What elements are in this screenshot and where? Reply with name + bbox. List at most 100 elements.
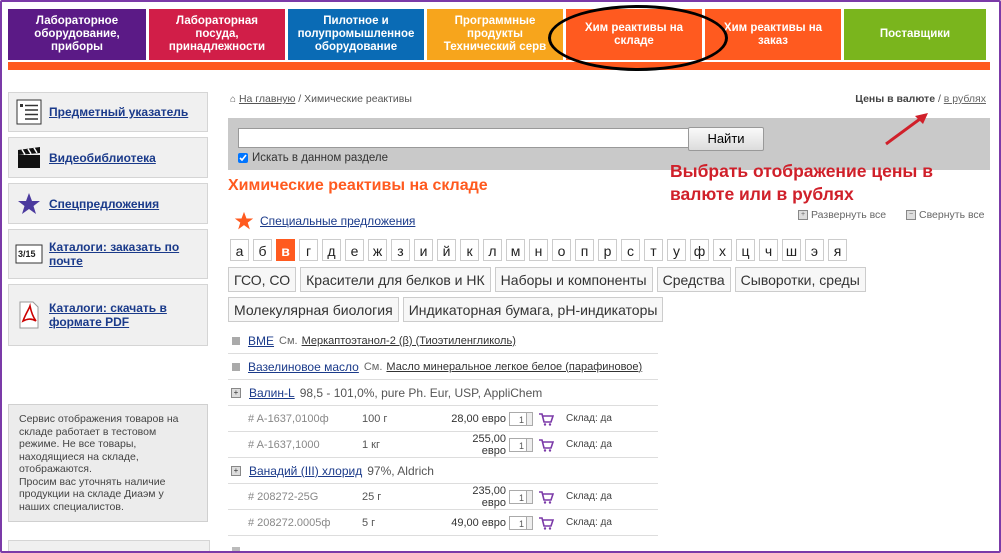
list-item: + Ванадий (III) хлорид 97%, Aldrich bbox=[228, 458, 658, 484]
search-in-section-option[interactable]: Искать в данном разделе bbox=[238, 152, 388, 164]
nav-tab-chem-order[interactable]: Хим реактивы на заказ bbox=[705, 9, 841, 60]
letter-filter-9[interactable]: й bbox=[437, 239, 456, 261]
letter-filter-15[interactable]: п bbox=[575, 239, 594, 261]
nav-tab-suppliers[interactable]: Поставщики bbox=[844, 9, 986, 60]
currency-current: Цены в валюте bbox=[855, 93, 936, 105]
nav-tab-labware[interactable]: Лабораторная посуда, принадлежности bbox=[149, 9, 285, 60]
letter-filter-23[interactable]: ч bbox=[759, 239, 778, 261]
sku-quantity: 100 г bbox=[362, 412, 388, 425]
category-button[interactable]: ГСО, СО bbox=[228, 267, 297, 292]
letter-filter-26[interactable]: я bbox=[828, 239, 847, 261]
annotation-arrow-icon bbox=[885, 113, 928, 146]
letter-filter-18[interactable]: т bbox=[644, 239, 663, 261]
svg-text:3/15: 3/15 bbox=[18, 249, 36, 259]
nav-tab-chem-stock[interactable]: Хим реактивы на складе bbox=[566, 9, 702, 60]
letter-filter-10[interactable]: к bbox=[460, 239, 479, 261]
category-button[interactable]: Красители для белков и НК bbox=[300, 267, 491, 292]
letter-filter-14[interactable]: о bbox=[552, 239, 571, 261]
breadcrumb: ⌂ На главную / Химические реактивы bbox=[230, 93, 412, 105]
see-also-link[interactable]: Масло минеральное легкое белое (парафино… bbox=[386, 361, 642, 373]
sku-quantity: 5 г bbox=[362, 516, 376, 529]
letter-filter-7[interactable]: з bbox=[391, 239, 410, 261]
letter-filter-25[interactable]: э bbox=[805, 239, 824, 261]
letter-filter-21[interactable]: х bbox=[713, 239, 732, 261]
stepper-arrows[interactable] bbox=[527, 515, 533, 530]
product-description: 97%, Aldrich bbox=[367, 463, 434, 478]
letter-filter-5[interactable]: е bbox=[345, 239, 364, 261]
product-link[interactable]: Ванадий (III) хлорид bbox=[249, 464, 362, 478]
nav-tab-pilot-equipment[interactable]: Пилотное и полупромышленное оборудование bbox=[288, 9, 424, 60]
see-also-link[interactable]: Меркаптоэтанол-2 (β) (Тиоэтиленгликоль) bbox=[302, 335, 516, 347]
category-button[interactable]: Молекулярная биология bbox=[228, 297, 399, 322]
add-to-cart-icon[interactable] bbox=[538, 516, 554, 530]
letter-filter-2[interactable]: в bbox=[276, 239, 295, 261]
currency-rub-link[interactable]: в рублях bbox=[944, 93, 986, 105]
search-input[interactable] bbox=[238, 128, 690, 148]
product-link[interactable]: Вазелиновое масло bbox=[248, 360, 359, 374]
sku-price: 28,00 евро bbox=[451, 412, 506, 425]
add-to-cart-icon[interactable] bbox=[538, 438, 554, 452]
sidebar-item-label: Каталоги: скачать в формате PDF bbox=[49, 301, 167, 329]
quantity-stepper[interactable]: 1 bbox=[509, 515, 527, 530]
letter-filter-20[interactable]: ф bbox=[690, 239, 709, 261]
alphabet-filter: абвгдежзийклмнопрстуфхцчшэя bbox=[230, 239, 847, 261]
expand-toggle-icon[interactable]: + bbox=[231, 387, 241, 398]
letter-filter-6[interactable]: ж bbox=[368, 239, 387, 261]
annotation-text: Выбрать отображение цены в валюте или в … bbox=[670, 161, 933, 204]
top-navigation: Лабораторное оборудование, приборы Лабор… bbox=[8, 9, 990, 60]
letter-filter-22[interactable]: ц bbox=[736, 239, 755, 261]
stepper-arrows[interactable] bbox=[527, 411, 533, 426]
stepper-arrows[interactable] bbox=[527, 437, 533, 452]
pdf-icon bbox=[15, 301, 43, 329]
list-index-icon bbox=[15, 98, 43, 126]
breadcrumb-home-link[interactable]: На главную bbox=[239, 93, 295, 105]
expand-toggle-icon[interactable]: + bbox=[231, 465, 241, 476]
letter-filter-13[interactable]: н bbox=[529, 239, 548, 261]
home-icon: ⌂ bbox=[230, 94, 237, 105]
category-row-2: Молекулярная биология Индикаторная бумага… bbox=[228, 297, 664, 322]
quantity-stepper[interactable]: 1 bbox=[509, 489, 527, 504]
nav-tab-software[interactable]: Программные продукты Технический серв bbox=[427, 9, 563, 60]
letter-filter-4[interactable]: д bbox=[322, 239, 341, 261]
letter-filter-19[interactable]: у bbox=[667, 239, 686, 261]
letter-filter-17[interactable]: с bbox=[621, 239, 640, 261]
category-button[interactable]: Сыворотки, среды bbox=[734, 267, 866, 292]
page-title: Химические реактивы на складе bbox=[228, 177, 488, 194]
letter-filter-11[interactable]: л bbox=[483, 239, 502, 261]
sidebar-item-label: Предметный указатель bbox=[49, 105, 189, 119]
category-button[interactable]: Наборы и компоненты bbox=[494, 267, 653, 292]
special-offers-link[interactable]: Специальные предложения bbox=[260, 214, 415, 228]
letter-filter-24[interactable]: ш bbox=[782, 239, 801, 261]
expand-all[interactable]: + Развернуть все bbox=[798, 209, 886, 221]
quantity-stepper[interactable]: 1 bbox=[509, 437, 527, 452]
sidebar-item-catalog-pdf[interactable]: Каталоги: скачать в формате PDF bbox=[8, 284, 208, 346]
category-button[interactable]: Средства bbox=[656, 267, 731, 292]
sidebar-item-label: Видеобиблиотека bbox=[49, 150, 156, 165]
product-link[interactable]: Валин-L bbox=[249, 386, 295, 400]
quantity-stepper[interactable]: 1 bbox=[509, 411, 527, 426]
add-to-cart-icon[interactable] bbox=[538, 490, 554, 504]
letter-filter-1[interactable]: б bbox=[253, 239, 272, 261]
letter-filter-8[interactable]: и bbox=[414, 239, 433, 261]
sidebar-item-video[interactable]: Видеобиблиотека bbox=[8, 137, 208, 178]
letter-filter-12[interactable]: м bbox=[506, 239, 525, 261]
letter-filter-3[interactable]: г bbox=[299, 239, 318, 261]
list-item: + Валин-L 98,5 - 101,0%, pure Ph. Eur, U… bbox=[228, 380, 658, 406]
product-description: 98,5 - 101,0%, pure Ph. Eur, USP, AppliC… bbox=[299, 385, 543, 400]
nav-tab-lab-equipment[interactable]: Лабораторное оборудование, приборы bbox=[8, 9, 146, 60]
stepper-arrows[interactable] bbox=[527, 489, 533, 504]
sidebar-item-specials[interactable]: Спецпредложения bbox=[8, 183, 208, 224]
search-button[interactable]: Найти bbox=[688, 127, 764, 151]
sidebar-item-catalog-mail[interactable]: 3/15 Каталоги: заказать по почте bbox=[8, 229, 208, 279]
stock-notice: Сервис отображения товаров на складе раб… bbox=[8, 404, 208, 522]
sidebar-item-index[interactable]: Предметный указатель bbox=[8, 92, 208, 132]
sku-row: # 208272.0005ф 5 г 49,00 евро 1 Склад: д… bbox=[228, 510, 658, 536]
letter-filter-16[interactable]: р bbox=[598, 239, 617, 261]
letter-filter-0[interactable]: а bbox=[230, 239, 249, 261]
add-to-cart-icon[interactable] bbox=[538, 412, 554, 426]
category-button[interactable]: Индикаторная бумага, pH-индикаторы bbox=[402, 297, 664, 322]
search-in-section-checkbox[interactable] bbox=[238, 153, 248, 163]
collapse-all[interactable]: − Свернуть все bbox=[906, 209, 985, 221]
product-link[interactable]: BME bbox=[248, 334, 274, 348]
bullet-icon bbox=[232, 362, 240, 371]
